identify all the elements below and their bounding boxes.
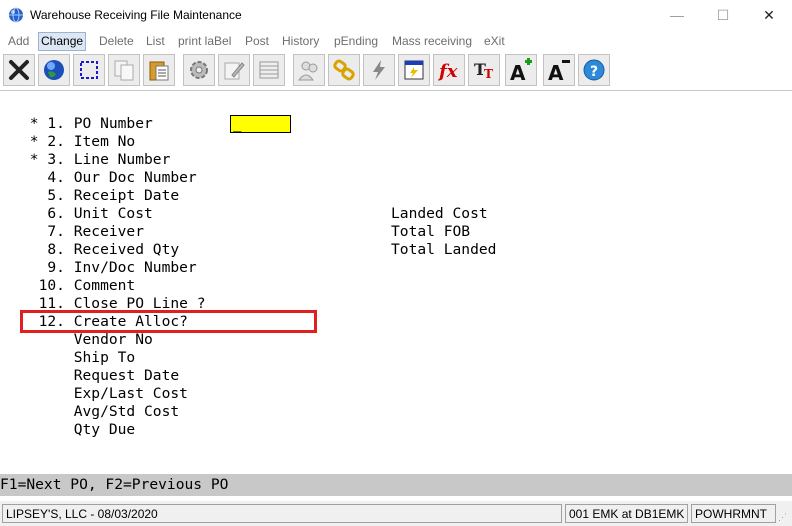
link-icon	[333, 59, 355, 81]
menu-history[interactable]: History	[280, 33, 321, 50]
status-company: LIPSEY'S, LLC - 08/03/2020	[2, 504, 562, 523]
link-button[interactable]	[328, 54, 360, 86]
menu-exit[interactable]: eXit	[482, 33, 507, 50]
copy-button[interactable]	[108, 54, 140, 86]
menu-delete[interactable]: Delete	[97, 33, 136, 50]
svg-text:T: T	[484, 67, 493, 81]
function-key-bar: F1=Next PO, F2=Previous PO	[0, 474, 792, 496]
status-program: POWHRMNT	[691, 504, 776, 523]
label-landed-cost: Landed Cost	[391, 205, 488, 222]
menu-add[interactable]: Add	[6, 33, 31, 50]
field-exp-last-cost: Exp/Last Cost	[21, 385, 188, 402]
svg-text:?: ?	[590, 64, 598, 80]
menu-print-label[interactable]: print laBel	[176, 33, 233, 50]
font-increase-button[interactable]: A	[505, 54, 537, 86]
paste-icon	[149, 61, 169, 81]
form-screen: * 1. PO Number * 2. Item No * 3. Line Nu…	[0, 91, 792, 474]
menu-list[interactable]: List	[144, 33, 167, 50]
close-button[interactable]: ✕	[746, 0, 792, 31]
menu-pending[interactable]: pEnding	[332, 33, 380, 50]
grid-button[interactable]	[253, 54, 285, 86]
lightning-icon	[373, 60, 385, 80]
calculator-icon	[404, 60, 424, 80]
help-button[interactable]: ?	[578, 54, 610, 86]
font-decrease-button[interactable]: A	[543, 54, 575, 86]
field-qty-due: Qty Due	[21, 421, 136, 438]
title-bar: Warehouse Receiving File Maintenance — ☐…	[0, 0, 792, 31]
edit-icon	[224, 62, 245, 80]
text-size-button[interactable]: TT	[468, 54, 500, 86]
text-size-icon: TT	[474, 60, 493, 81]
menu-post[interactable]: Post	[243, 33, 271, 50]
status-session: 001 EMK at DB1EMK	[565, 504, 688, 523]
field-receipt-date: 5. Receipt Date	[21, 187, 180, 204]
field-vendor-no: Vendor No	[21, 331, 153, 348]
select-icon	[80, 61, 98, 79]
window-title: Warehouse Receiving File Maintenance	[30, 8, 242, 22]
field-po-number: * 1. PO Number	[21, 115, 153, 132]
label-total-landed: Total Landed	[391, 241, 497, 258]
svg-text:A: A	[548, 61, 564, 82]
select-button[interactable]	[73, 54, 105, 86]
help-icon: ?	[583, 59, 605, 81]
resize-grip-icon[interactable]: ⋰	[778, 511, 790, 523]
users-icon	[298, 61, 318, 81]
globe-icon	[44, 60, 64, 80]
toolbar: fx TT A A ?	[0, 52, 792, 91]
calculator-button[interactable]	[398, 54, 430, 86]
lightning-button[interactable]	[363, 54, 395, 86]
field-our-doc-number: 4. Our Doc Number	[21, 169, 197, 186]
field-inv-doc-number: 9. Inv/Doc Number	[21, 259, 197, 276]
field-line-number: * 3. Line Number	[21, 151, 171, 168]
font-decrease-icon: A	[548, 60, 570, 82]
minimize-button[interactable]: —	[654, 0, 700, 31]
field-item-no: * 2. Item No	[21, 133, 136, 150]
copy-icon	[114, 60, 134, 81]
menu-bar: Add Change Delete List print laBel Post …	[0, 31, 792, 51]
settings-icon	[190, 61, 208, 79]
field-avg-std-cost: Avg/Std Cost	[21, 403, 180, 420]
field-comment: 10. Comment	[21, 277, 136, 294]
label-total-fob: Total FOB	[391, 223, 471, 240]
edit-button[interactable]	[218, 54, 250, 86]
menu-mass-receiving[interactable]: Mass receiving	[390, 33, 474, 50]
function-button[interactable]: fx	[433, 54, 465, 86]
exit-button[interactable]	[3, 54, 35, 86]
function-icon: fx	[437, 61, 458, 82]
field-request-date: Request Date	[21, 367, 180, 384]
settings-button[interactable]	[183, 54, 215, 86]
field-unit-cost: 6. Unit Cost	[21, 205, 153, 222]
create-alloc-highlight	[20, 310, 317, 333]
status-bar: LIPSEY'S, LLC - 08/03/2020 001 EMK at DB…	[0, 501, 792, 526]
field-ship-to: Ship To	[21, 349, 136, 366]
grid-icon	[259, 61, 279, 79]
svg-text:fx: fx	[437, 61, 458, 82]
maximize-button[interactable]: ☐	[700, 0, 746, 31]
po-number-input[interactable]: _	[230, 115, 291, 133]
users-button[interactable]	[293, 54, 325, 86]
globe-button[interactable]	[38, 54, 70, 86]
paste-button[interactable]	[143, 54, 175, 86]
menu-change[interactable]: Change	[38, 32, 87, 51]
exit-icon	[9, 60, 29, 80]
font-increase-icon: A	[510, 58, 532, 82]
app-globe-icon	[9, 7, 23, 23]
field-received-qty: 8. Received Qty	[21, 241, 180, 258]
svg-text:A: A	[510, 61, 526, 82]
field-receiver: 7. Receiver	[21, 223, 145, 240]
